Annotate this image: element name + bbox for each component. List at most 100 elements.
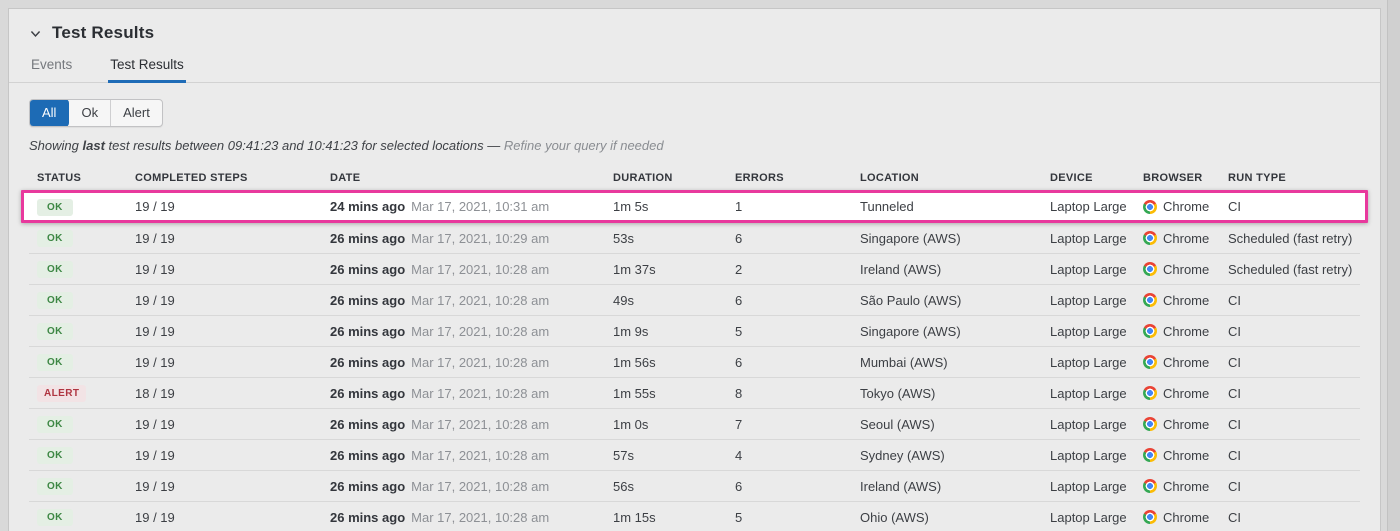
absolute-time: Mar 17, 2021, 10:28 am [411, 293, 549, 308]
chrome-browser-icon [1143, 324, 1157, 338]
tab-events[interactable]: Events [29, 55, 74, 83]
completed-steps-cell: 19 / 19 [135, 231, 330, 246]
absolute-time: Mar 17, 2021, 10:28 am [411, 324, 549, 339]
browser-cell: Chrome [1143, 417, 1228, 432]
browser-name: Chrome [1163, 510, 1209, 525]
run-type-cell: CI [1228, 199, 1365, 214]
table-row[interactable]: OK 19 / 19 26 mins agoMar 17, 2021, 10:2… [29, 223, 1360, 254]
location-cell: Ohio (AWS) [860, 510, 1050, 525]
browser-cell: Chrome [1143, 199, 1228, 214]
run-type-cell: Scheduled (fast retry) [1228, 231, 1360, 246]
table-row[interactable]: OK 19 / 19 26 mins agoMar 17, 2021, 10:2… [29, 316, 1360, 347]
completed-steps-cell: 19 / 19 [135, 510, 330, 525]
column-header-date[interactable]: Date [330, 172, 613, 184]
status-cell: OK [37, 322, 135, 340]
run-type-cell: CI [1228, 510, 1360, 525]
column-header-location[interactable]: Location [860, 172, 1050, 184]
table-row[interactable]: OK 19 / 19 26 mins agoMar 17, 2021, 10:2… [29, 440, 1360, 471]
run-type-cell: CI [1228, 355, 1360, 370]
table-row[interactable]: OK 19 / 19 26 mins agoMar 17, 2021, 10:2… [29, 347, 1360, 378]
tab-test-results[interactable]: Test Results [108, 55, 186, 83]
column-header-errors[interactable]: Errors [735, 172, 860, 184]
relative-time: 26 mins ago [330, 510, 405, 525]
chevron-down-icon[interactable] [29, 27, 42, 40]
status-badge: OK [37, 230, 73, 247]
absolute-time: Mar 17, 2021, 10:28 am [411, 510, 549, 525]
location-cell: Singapore (AWS) [860, 231, 1050, 246]
refine-query-link[interactable]: Refine your query if needed [504, 138, 664, 153]
run-type-cell: CI [1228, 293, 1360, 308]
location-cell: Ireland (AWS) [860, 479, 1050, 494]
absolute-time: Mar 17, 2021, 10:28 am [411, 262, 549, 277]
location-cell: Singapore (AWS) [860, 324, 1050, 339]
table-row[interactable]: OK 19 / 19 26 mins agoMar 17, 2021, 10:2… [29, 254, 1360, 285]
duration-cell: 49s [613, 293, 735, 308]
device-cell: Laptop Large [1050, 479, 1143, 494]
location-cell: Mumbai (AWS) [860, 355, 1050, 370]
results-summary: Showing last test results between 09:41:… [29, 138, 1360, 153]
page-title: Test Results [52, 23, 154, 43]
table-row[interactable]: OK 19 / 19 26 mins agoMar 17, 2021, 10:2… [29, 471, 1360, 502]
column-header-run-type[interactable]: Run Type [1228, 172, 1360, 184]
column-header-completed-steps[interactable]: Completed Steps [135, 172, 330, 184]
duration-cell: 1m 37s [613, 262, 735, 277]
column-header-device[interactable]: Device [1050, 172, 1143, 184]
device-cell: Laptop Large [1050, 231, 1143, 246]
browser-cell: Chrome [1143, 231, 1228, 246]
device-cell: Laptop Large [1050, 262, 1143, 277]
device-cell: Laptop Large [1050, 510, 1143, 525]
status-badge: OK [37, 416, 73, 433]
completed-steps-cell: 19 / 19 [135, 417, 330, 432]
status-cell: OK [37, 198, 135, 216]
browser-cell: Chrome [1143, 293, 1228, 308]
table-row[interactable]: OK 19 / 19 24 mins agoMar 17, 2021, 10:3… [21, 190, 1368, 223]
summary-emphasis: last [83, 138, 105, 153]
errors-cell: 5 [735, 510, 860, 525]
date-cell: 26 mins agoMar 17, 2021, 10:28 am [330, 479, 613, 494]
relative-time: 26 mins ago [330, 448, 405, 463]
duration-cell: 53s [613, 231, 735, 246]
duration-cell: 1m 0s [613, 417, 735, 432]
table-row[interactable]: OK 19 / 19 26 mins agoMar 17, 2021, 10:2… [29, 502, 1360, 531]
table-row[interactable]: OK 19 / 19 26 mins agoMar 17, 2021, 10:2… [29, 285, 1360, 316]
completed-steps-cell: 19 / 19 [135, 262, 330, 277]
run-type-cell: CI [1228, 324, 1360, 339]
errors-cell: 6 [735, 355, 860, 370]
filter-ok-button[interactable]: Ok [69, 100, 111, 126]
relative-time: 26 mins ago [330, 355, 405, 370]
status-cell: OK [37, 260, 135, 278]
device-cell: Laptop Large [1050, 199, 1143, 214]
summary-separator: — [487, 138, 500, 153]
column-header-browser[interactable]: Browser [1143, 172, 1228, 184]
device-cell: Laptop Large [1050, 386, 1143, 401]
status-badge: OK [37, 199, 73, 216]
duration-cell: 57s [613, 448, 735, 463]
relative-time: 26 mins ago [330, 293, 405, 308]
device-cell: Laptop Large [1050, 417, 1143, 432]
table-row[interactable]: ALERT 18 / 19 26 mins agoMar 17, 2021, 1… [29, 378, 1360, 409]
run-type-cell: CI [1228, 417, 1360, 432]
browser-name: Chrome [1163, 293, 1209, 308]
table-row[interactable]: OK 19 / 19 26 mins agoMar 17, 2021, 10:2… [29, 409, 1360, 440]
browser-name: Chrome [1163, 262, 1209, 277]
page-scrollbar[interactable] [1387, 0, 1400, 531]
errors-cell: 1 [735, 199, 860, 214]
filter-all-button[interactable]: All [29, 99, 69, 127]
relative-time: 26 mins ago [330, 324, 405, 339]
run-type-cell: CI [1228, 448, 1360, 463]
duration-cell: 1m 5s [613, 199, 735, 214]
completed-steps-cell: 19 / 19 [135, 355, 330, 370]
filter-alert-button[interactable]: Alert [111, 100, 162, 126]
chrome-browser-icon [1143, 448, 1157, 462]
status-badge: OK [37, 354, 73, 371]
chrome-browser-icon [1143, 479, 1157, 493]
device-cell: Laptop Large [1050, 324, 1143, 339]
chrome-browser-icon [1143, 262, 1157, 276]
location-cell: Ireland (AWS) [860, 262, 1050, 277]
completed-steps-cell: 18 / 19 [135, 386, 330, 401]
completed-steps-cell: 19 / 19 [135, 479, 330, 494]
status-badge: OK [37, 478, 73, 495]
absolute-time: Mar 17, 2021, 10:28 am [411, 448, 549, 463]
column-header-duration[interactable]: Duration [613, 172, 735, 184]
column-header-status[interactable]: Status [37, 172, 135, 184]
